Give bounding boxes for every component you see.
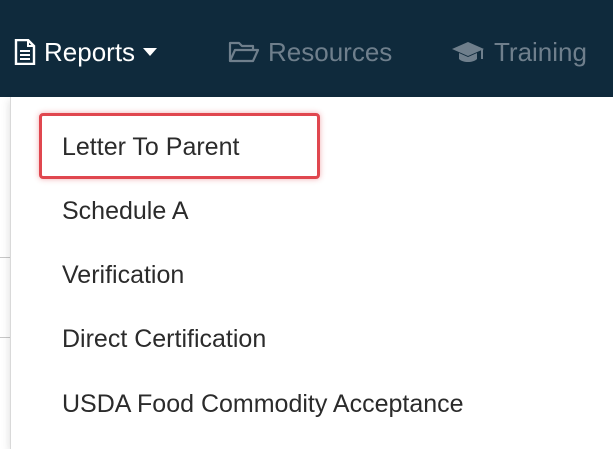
page-background-strip	[0, 97, 10, 449]
menu-item-verification[interactable]: Verification	[62, 260, 184, 290]
folder-open-icon	[228, 40, 260, 64]
divider	[0, 257, 10, 258]
menu-item-schedule-a[interactable]: Schedule A	[62, 196, 189, 226]
graduation-cap-icon	[450, 39, 486, 65]
menu-item-letter-to-parent[interactable]: Letter To Parent	[62, 132, 239, 162]
nav-resources[interactable]: Resources	[228, 32, 392, 72]
top-navbar: Reports Resources Training	[0, 0, 613, 97]
nav-reports-dropdown[interactable]: Reports	[14, 32, 158, 72]
reports-dropdown-menu: Letter To Parent Schedule A Verification…	[10, 97, 613, 449]
menu-item-direct-certification[interactable]: Direct Certification	[62, 324, 266, 354]
divider	[0, 337, 10, 338]
nav-resources-label: Resources	[268, 36, 393, 67]
nav-training-label: Training	[494, 36, 587, 67]
nav-training[interactable]: Training	[450, 32, 587, 72]
caret-down-icon	[143, 47, 158, 57]
menu-item-usda-food-commodity-acceptance[interactable]: USDA Food Commodity Acceptance	[62, 389, 464, 419]
document-icon	[14, 38, 36, 66]
nav-reports-label: Reports	[44, 36, 136, 67]
